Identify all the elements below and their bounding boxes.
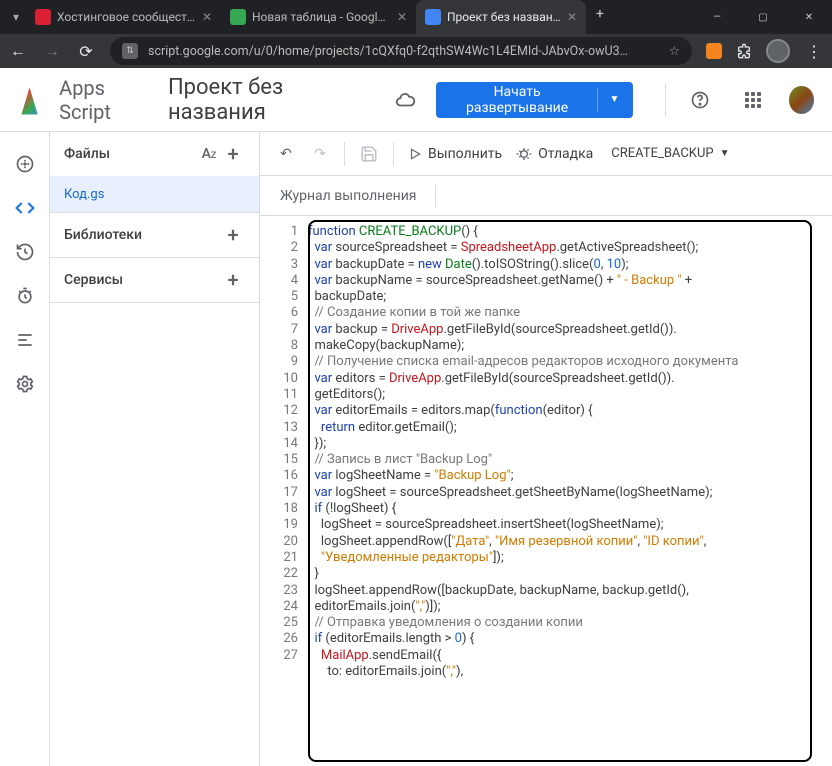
add-service-button[interactable]: + <box>221 268 245 292</box>
run-button[interactable]: Выполнить <box>404 137 506 171</box>
redo-button[interactable]: ↷ <box>306 137 334 171</box>
project-title[interactable]: Проект без названия <box>168 75 366 125</box>
rail-executions-button[interactable] <box>5 320 45 360</box>
browser-menu-button[interactable]: ⋮ <box>804 42 824 61</box>
function-select-label: CREATE_BACKUP <box>611 146 713 161</box>
rail-editor-button[interactable] <box>5 188 45 228</box>
debug-button-label: Отладка <box>538 146 593 162</box>
extensions-button[interactable] <box>736 43 752 59</box>
browser-tabs: Хостинговое сообщество ✕ Новая таблица -… <box>26 0 694 34</box>
files-header-label: Файлы <box>64 146 110 162</box>
tab-favicon <box>35 9 51 25</box>
forward-button[interactable]: → <box>42 41 62 61</box>
maximize-button[interactable]: ▢ <box>740 0 786 34</box>
bookmark-star-icon[interactable]: ☆ <box>669 43 680 59</box>
save-button[interactable] <box>355 137 383 171</box>
tab-1[interactable]: Новая таблица - Google Т ✕ <box>221 0 416 34</box>
extension-metamask-icon[interactable] <box>706 43 722 59</box>
undo-button[interactable]: ↶ <box>272 137 300 171</box>
close-window-button[interactable]: ✕ <box>786 0 832 34</box>
tab-favicon <box>425 9 441 25</box>
caret-down-icon: ▼ <box>609 94 619 105</box>
libraries-header: Библиотеки + <box>50 213 259 257</box>
execution-log-button[interactable]: Журнал выполнения <box>280 188 417 204</box>
rail-overview-button[interactable] <box>5 144 45 184</box>
sort-files-button[interactable]: AZ <box>197 146 221 162</box>
account-avatar[interactable] <box>787 84 816 116</box>
url-box[interactable]: ⇅ script.google.com/u/0/home/projects/1c… <box>110 37 692 65</box>
rail-settings-button[interactable] <box>5 364 45 404</box>
profile-button[interactable] <box>766 39 790 63</box>
apps-script-logo <box>16 85 43 115</box>
deploy-button-label: Начать развертывание <box>450 84 585 116</box>
code-editor[interactable]: 1234567891011121314151617181920212223242… <box>268 224 810 758</box>
app-name: Apps Script <box>59 76 152 124</box>
services-header-label: Сервисы <box>64 272 123 288</box>
url-text: script.google.com/u/0/home/projects/1cQX… <box>148 44 659 59</box>
rail-triggers-button[interactable] <box>5 276 45 316</box>
reload-button[interactable]: ⟳ <box>76 42 96 61</box>
line-gutter: 1234567891011121314151617181920212223242… <box>268 224 308 758</box>
minimize-button[interactable]: — <box>694 0 740 34</box>
close-icon[interactable]: ✕ <box>397 10 407 24</box>
files-header: Файлы AZ + <box>50 132 259 176</box>
services-header: Сервисы + <box>50 258 259 302</box>
help-button[interactable] <box>682 80 718 120</box>
tabbar-dropdown-icon[interactable]: ▾ <box>6 7 26 27</box>
libraries-header-label: Библиотеки <box>64 227 142 243</box>
tab-title: Новая таблица - Google Т <box>252 10 391 24</box>
add-file-button[interactable]: + <box>221 142 245 166</box>
tab-2[interactable]: Проект без названия - Ре ✕ <box>416 0 586 34</box>
file-item-label: Код.gs <box>64 187 104 202</box>
caret-down-icon: ▼ <box>720 148 730 159</box>
cloud-status-icon <box>394 89 416 111</box>
deploy-button[interactable]: Начать развертывание ▼ <box>436 82 634 118</box>
run-button-label: Выполнить <box>428 146 502 162</box>
new-tab-button[interactable]: + <box>586 0 614 28</box>
site-info-icon[interactable]: ⇅ <box>122 43 138 59</box>
tab-title: Проект без названия - Ре <box>447 10 561 24</box>
function-select[interactable]: CREATE_BACKUP ▼ <box>603 146 737 161</box>
back-button[interactable]: ← <box>8 41 28 61</box>
file-item[interactable]: Код.gs <box>50 176 259 212</box>
apps-grid-button[interactable] <box>734 80 770 120</box>
close-icon[interactable]: ✕ <box>567 10 577 24</box>
code-lines[interactable]: function CREATE_BACKUP() { var sourceSpr… <box>308 224 810 758</box>
add-library-button[interactable]: + <box>221 223 245 247</box>
debug-button[interactable]: Отладка <box>512 137 597 171</box>
tab-favicon <box>230 9 246 25</box>
tab-title: Хостинговое сообщество <box>57 10 196 24</box>
rail-history-button[interactable] <box>5 232 45 272</box>
close-icon[interactable]: ✕ <box>202 10 212 24</box>
tab-0[interactable]: Хостинговое сообщество ✕ <box>26 0 221 34</box>
